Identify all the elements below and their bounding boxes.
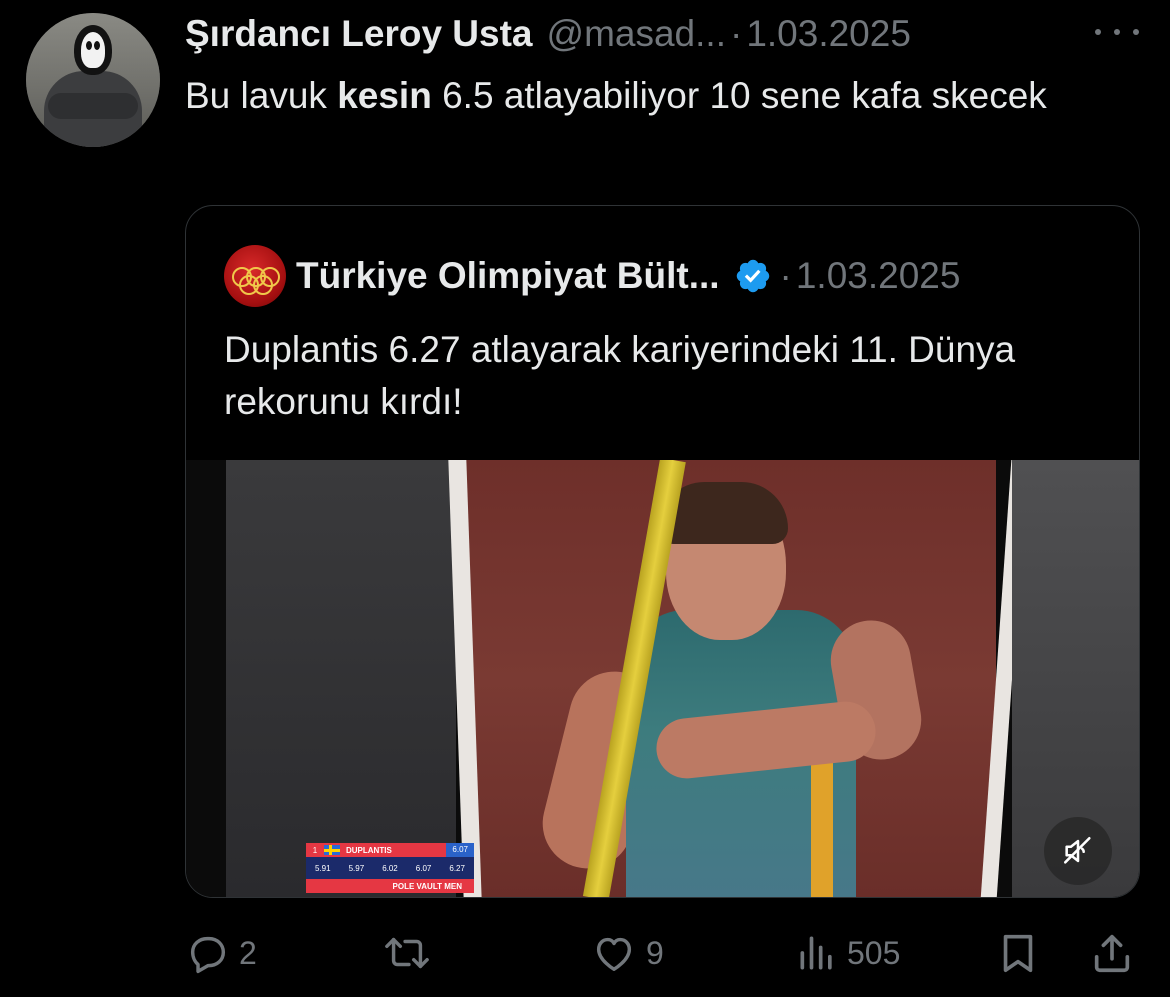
quoted-tweet-date[interactable]: 1.03.2025 <box>796 255 961 297</box>
speaker-muted-icon <box>1063 836 1091 864</box>
tweet-date[interactable]: 1.03.2025 <box>746 13 911 55</box>
video-player[interactable]: 1 DUPLANTIS 6.07 5.91 5.97 6.02 6.07 6.2… <box>186 460 1139 897</box>
quoted-tweet-header: Türkiye Olimpiyat Bült... · 1.03.2025 <box>224 245 961 307</box>
scoreboard-overlay: 1 DUPLANTIS 6.07 5.91 5.97 6.02 6.07 6.2… <box>306 843 474 897</box>
more-dot <box>1114 29 1120 35</box>
verified-badge-icon <box>736 259 769 293</box>
like-count: 9 <box>646 934 664 971</box>
scoreboard-rank: 1 <box>312 845 318 855</box>
share-icon <box>1094 934 1130 973</box>
like-button[interactable]: 9 <box>590 925 664 981</box>
share-button[interactable] <box>1089 925 1135 981</box>
reply-count: 2 <box>239 934 257 971</box>
tweet-text: Bu lavuk kesin 6.5 atlayabiliyor 10 sene… <box>185 70 1115 122</box>
arena-wall-left <box>226 460 456 897</box>
scoreboard-attempt: 6.02 <box>382 863 398 873</box>
heart-icon <box>596 937 632 972</box>
analytics-icon <box>800 936 832 970</box>
scoreboard-attempt: 5.91 <box>315 863 331 873</box>
scoreboard-event: POLE VAULT MEN <box>306 879 474 893</box>
author-avatar[interactable] <box>26 13 160 147</box>
scoreboard-attempt: 6.07 <box>415 863 432 873</box>
tweet-actions: 2 9 505 <box>185 925 1140 981</box>
olympic-ring <box>253 275 273 295</box>
tweet-header: Şırdancı Leroy Usta @masad... · 1.03.202… <box>185 12 911 56</box>
views-count: 505 <box>847 934 901 971</box>
quoted-tweet[interactable]: Türkiye Olimpiyat Bült... · 1.03.2025 Du… <box>185 205 1140 898</box>
bookmark-button[interactable] <box>995 925 1041 981</box>
more-options-icon[interactable] <box>1095 24 1139 40</box>
scoreboard-attempts: 5.91 5.97 6.02 6.07 6.27 <box>306 857 474 879</box>
mute-toggle-button[interactable] <box>1044 817 1112 885</box>
scoreboard-header: 1 DUPLANTIS 6.07 <box>306 843 474 857</box>
reply-icon <box>190 936 226 974</box>
tweet-text-end: 6.5 atlayabiliyor 10 sene kafa skecek <box>431 75 1047 116</box>
quoted-author-avatar[interactable] <box>224 245 286 307</box>
scoreboard-best: 6.07 <box>446 843 474 857</box>
tweet-text-start: Bu lavuk <box>185 75 338 116</box>
avatar-arms <box>48 93 138 119</box>
avatar-mask <box>81 32 105 68</box>
author-handle[interactable]: @masad... <box>547 13 726 55</box>
more-dot <box>1095 29 1101 35</box>
quoted-tweet-text: Duplantis 6.27 atlayarak kariyerindeki 1… <box>224 329 1016 422</box>
scoreboard-athlete: DUPLANTIS <box>346 845 392 855</box>
views-button[interactable]: 505 <box>795 925 900 981</box>
quoted-author-name[interactable]: Türkiye Olimpiyat Bült... <box>296 255 720 297</box>
header-separator: · <box>729 13 743 54</box>
scoreboard-attempt: 5.97 <box>348 863 365 873</box>
retweet-icon <box>385 937 429 969</box>
scoreboard-attempt: 6.27 <box>449 863 465 873</box>
more-dot <box>1133 29 1139 35</box>
tweet-text-bold: kesin <box>337 75 432 116</box>
retweet-button[interactable] <box>381 925 441 981</box>
video-frame: 1 DUPLANTIS 6.07 5.91 5.97 6.02 6.07 6.2… <box>226 460 1139 897</box>
reply-button[interactable]: 2 <box>185 925 257 981</box>
author-name[interactable]: Şırdancı Leroy Usta <box>185 13 533 55</box>
quoted-header-separator: · <box>779 255 792 296</box>
bookmark-icon <box>1003 934 1033 973</box>
sweden-flag-icon <box>324 845 340 855</box>
